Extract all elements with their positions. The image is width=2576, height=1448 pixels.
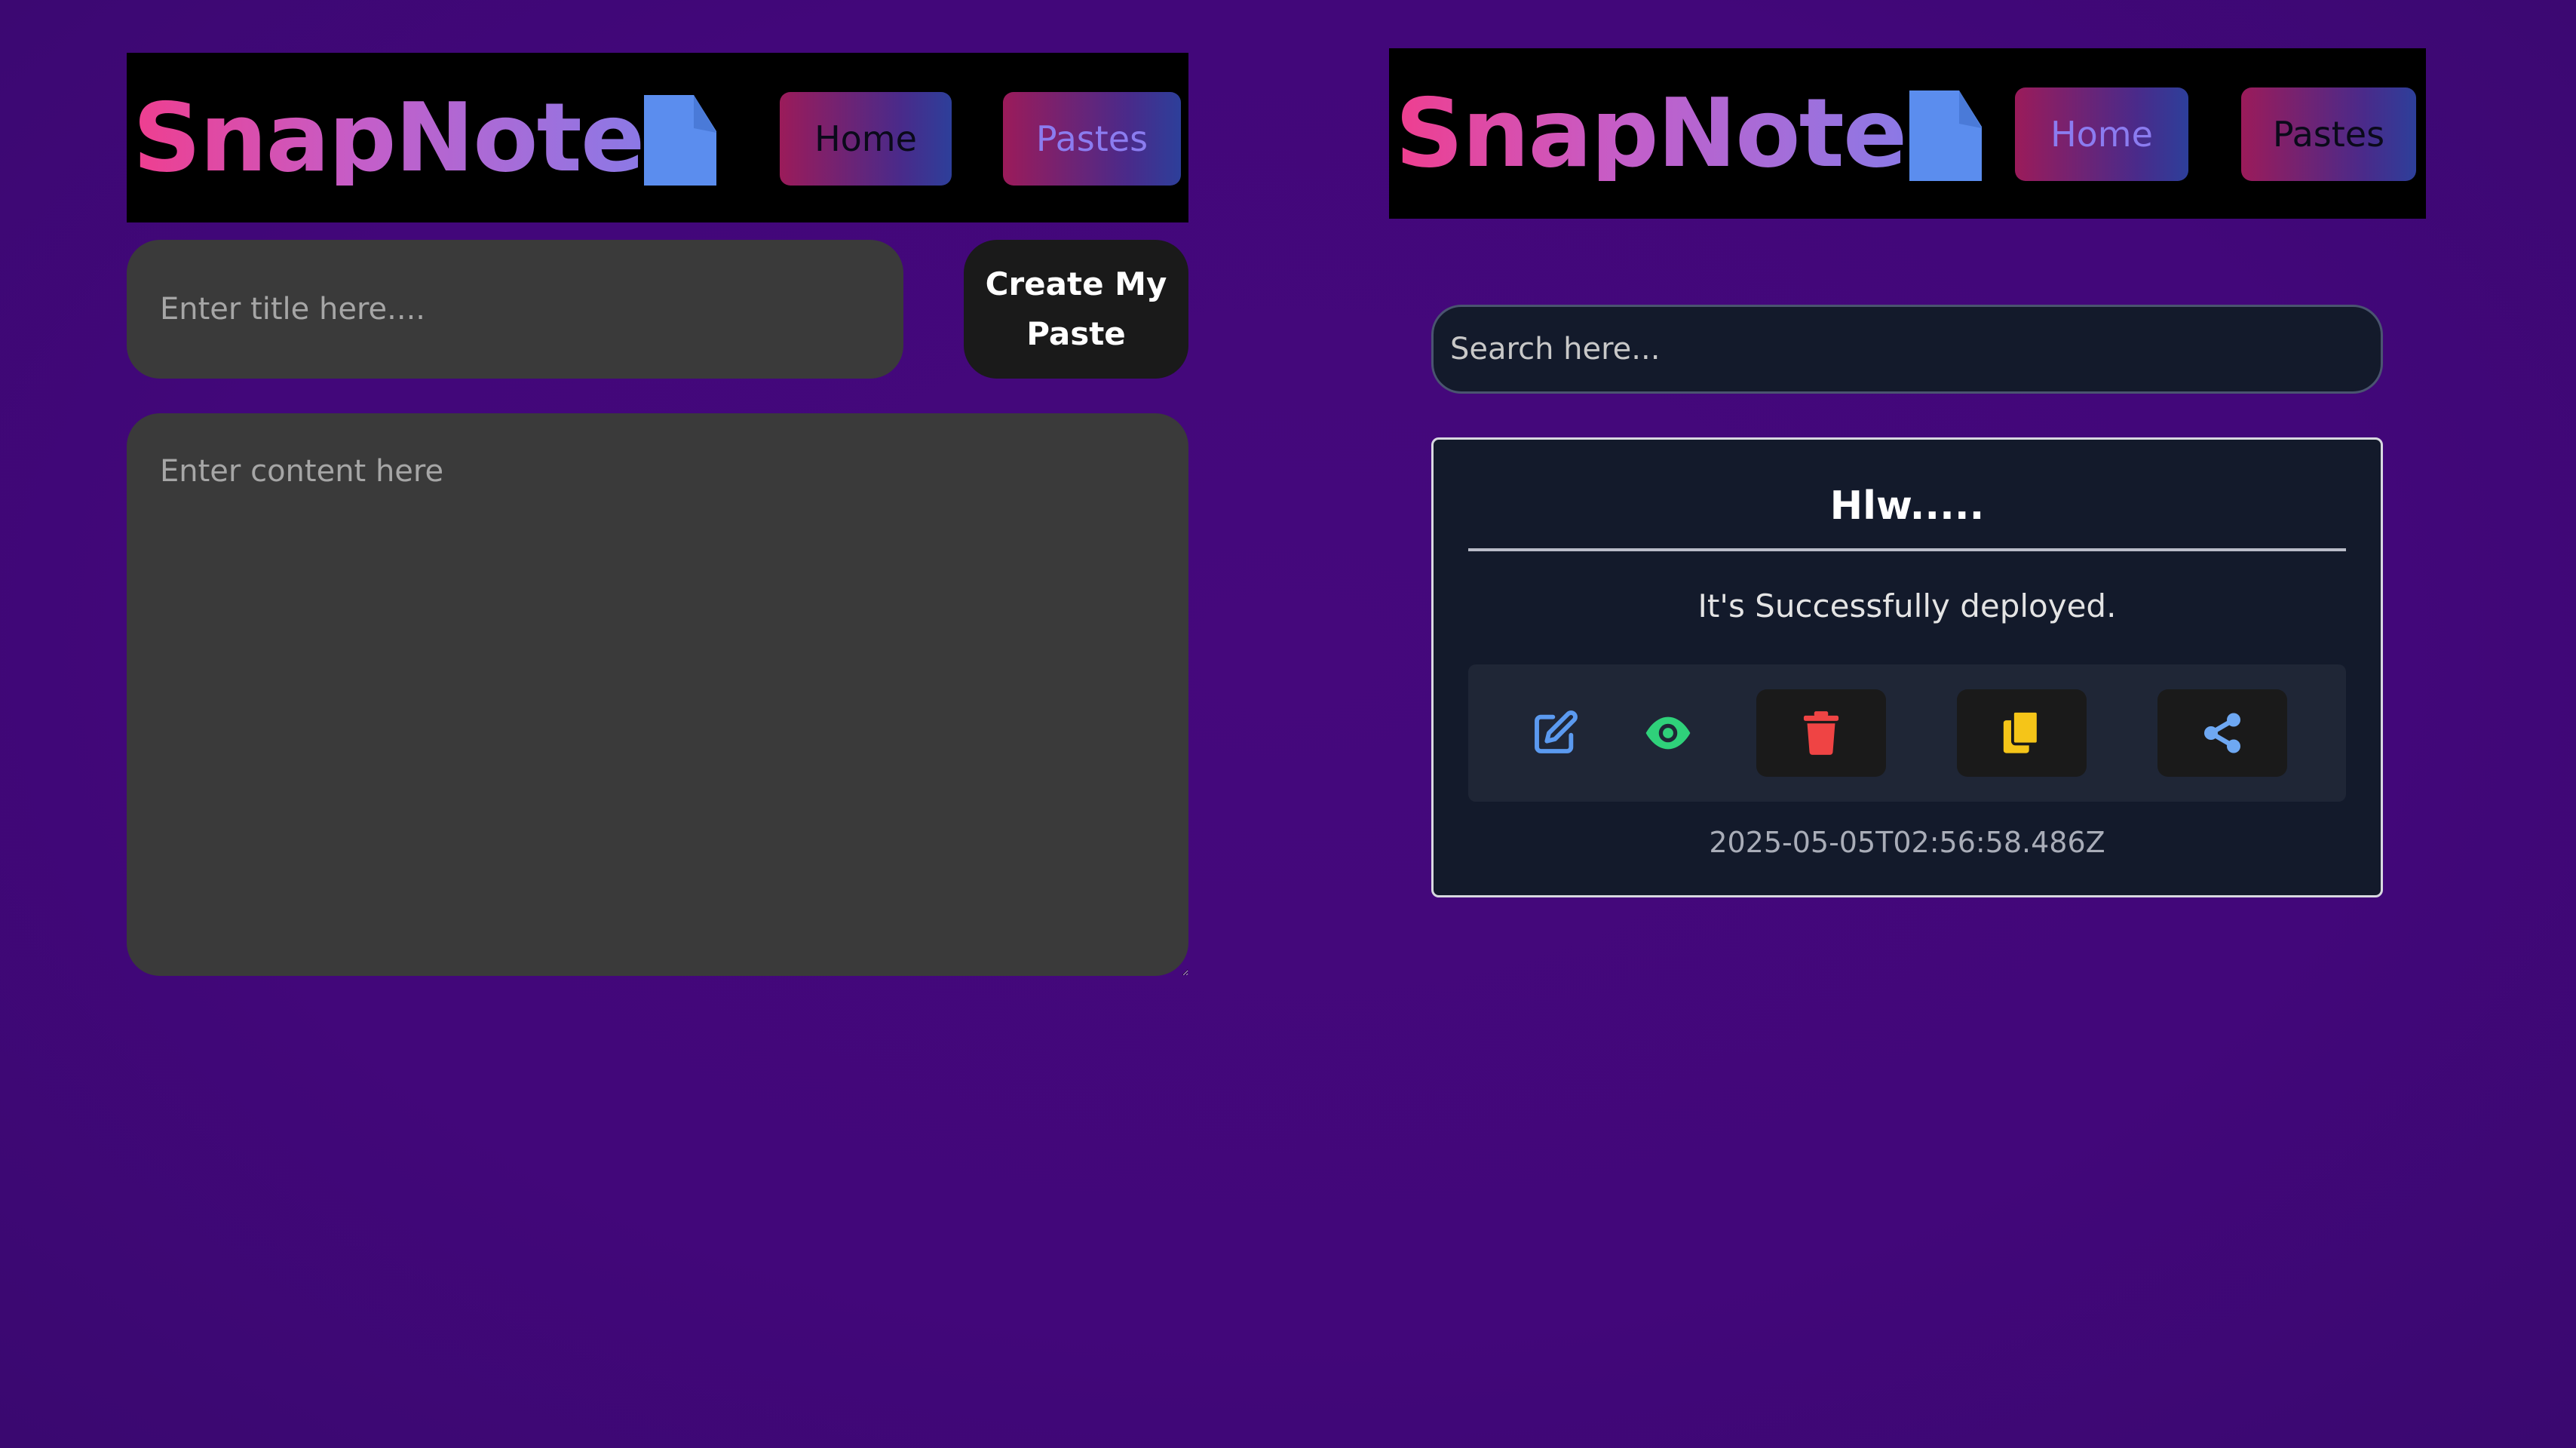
nav-home-button[interactable]: Home	[2015, 87, 2188, 181]
copy-icon	[2003, 710, 2040, 753]
nav-home-button[interactable]: Home	[780, 92, 952, 186]
paste-card: Hlw..... It's Successfully deployed. 202…	[1431, 437, 2383, 897]
document-icon	[1909, 90, 1982, 181]
brand-logo: SnapNote	[133, 82, 645, 193]
nav-pastes-button[interactable]: Pastes	[1003, 92, 1181, 186]
paste-timestamp: 2025-05-05T02:56:58.486Z	[1709, 826, 2105, 859]
delete-button[interactable]	[1756, 689, 1886, 777]
copy-button[interactable]	[1957, 689, 2087, 777]
navbar-pastes-page: SnapNote Home Pastes	[1389, 48, 2426, 219]
paste-content: It's Successfully deployed.	[1697, 587, 2117, 624]
paste-title-input[interactable]	[127, 240, 903, 379]
edit-icon	[1535, 710, 1578, 753]
navbar-home-page: SnapNote Home Pastes	[127, 53, 1188, 222]
paste-content-textarea[interactable]	[127, 413, 1188, 976]
edit-button[interactable]	[1521, 699, 1589, 767]
eye-icon	[1645, 716, 1691, 750]
create-paste-button[interactable]: Create My Paste	[964, 240, 1188, 379]
nav-pastes-button[interactable]: Pastes	[2241, 87, 2416, 181]
brand-logo: SnapNote	[1395, 78, 1907, 189]
paste-title: Hlw.....	[1829, 483, 1985, 529]
paste-actions-bar	[1468, 664, 2346, 802]
search-input[interactable]	[1431, 305, 2383, 394]
trash-icon	[1803, 711, 1839, 755]
share-button[interactable]	[2157, 689, 2287, 777]
document-icon	[644, 95, 716, 186]
divider	[1468, 548, 2346, 551]
share-icon	[2204, 713, 2240, 753]
view-button[interactable]	[1634, 699, 1702, 767]
